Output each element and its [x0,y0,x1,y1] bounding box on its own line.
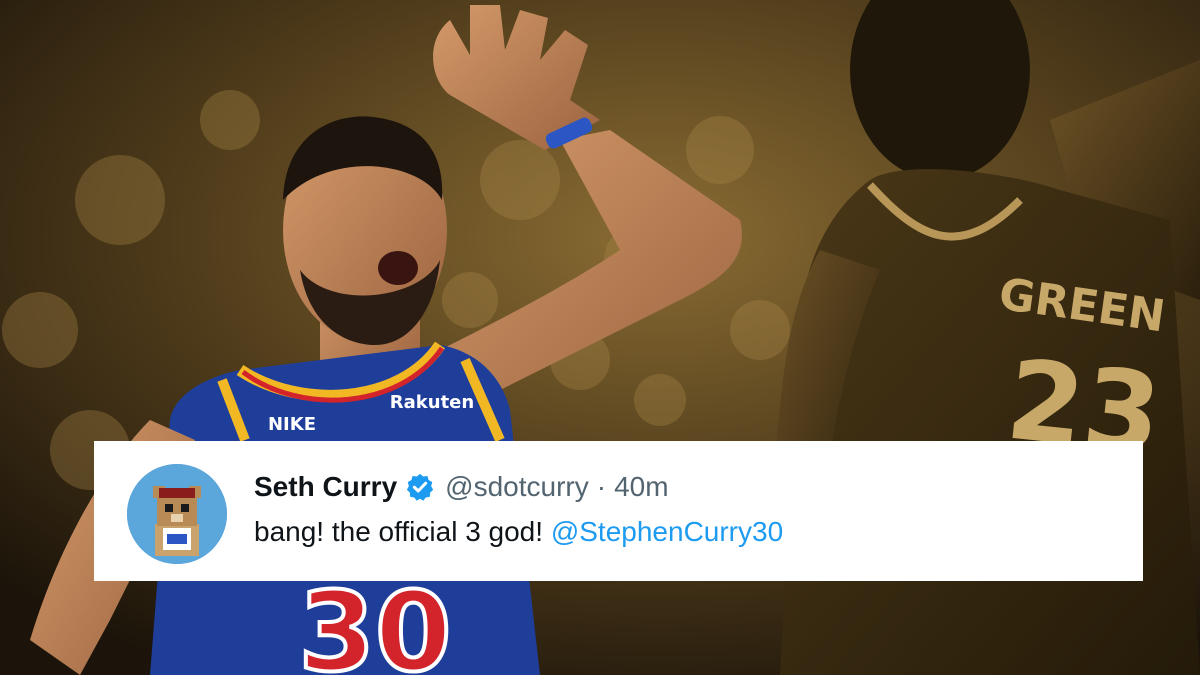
tweet-body: bang! the official 3 god! [254,516,544,547]
tweet-text: bang! the official 3 god! @StephenCurry3… [254,516,783,548]
tweet-card[interactable] [94,441,1143,581]
tweet-timestamp[interactable]: 40m [614,471,668,503]
display-name[interactable]: Seth Curry [254,471,397,503]
bear-avatar-icon[interactable] [127,464,227,564]
mention-link[interactable]: @StephenCurry30 [551,516,783,547]
verified-badge-icon [405,472,435,502]
jersey-brand: NIKE [268,414,316,435]
user-handle[interactable]: @sdotcurry [445,471,589,503]
separator-dot: · [596,471,607,502]
jersey-sponsor: Rakuten [390,392,474,413]
jersey-number: 30 [298,568,451,675]
tweet-header: Seth Curry @sdotcurry · 40m [254,467,669,507]
